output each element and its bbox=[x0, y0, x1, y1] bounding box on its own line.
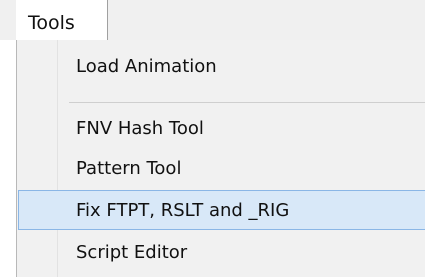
menu-item-label: FNV Hash Tool bbox=[76, 118, 204, 139]
menu-item-script-editor[interactable]: Script Editor bbox=[18, 232, 425, 272]
menu-tools-label: Tools bbox=[28, 12, 75, 34]
menu-item-load-animation[interactable]: Load Animation bbox=[18, 48, 425, 88]
menu-separator bbox=[69, 102, 425, 103]
menu-item-label: Fix FTPT, RSLT and _RIG bbox=[76, 200, 290, 221]
menu-item-label: Pattern Tool bbox=[76, 158, 182, 179]
menu-tools[interactable]: Tools bbox=[16, 0, 108, 40]
menu-bar: Tools bbox=[0, 0, 425, 40]
tools-dropdown-menu: Load Animation FNV Hash Tool Pattern Too… bbox=[16, 40, 425, 277]
menu-item-label: Script Editor bbox=[76, 242, 188, 263]
menu-item-fix-ftpt-rslt-rig[interactable]: Fix FTPT, RSLT and _RIG bbox=[18, 190, 425, 230]
menu-item-fnv-hash-tool[interactable]: FNV Hash Tool bbox=[18, 108, 425, 148]
menu-item-label: Load Animation bbox=[76, 56, 217, 77]
menu-item-pattern-tool[interactable]: Pattern Tool bbox=[18, 148, 425, 188]
